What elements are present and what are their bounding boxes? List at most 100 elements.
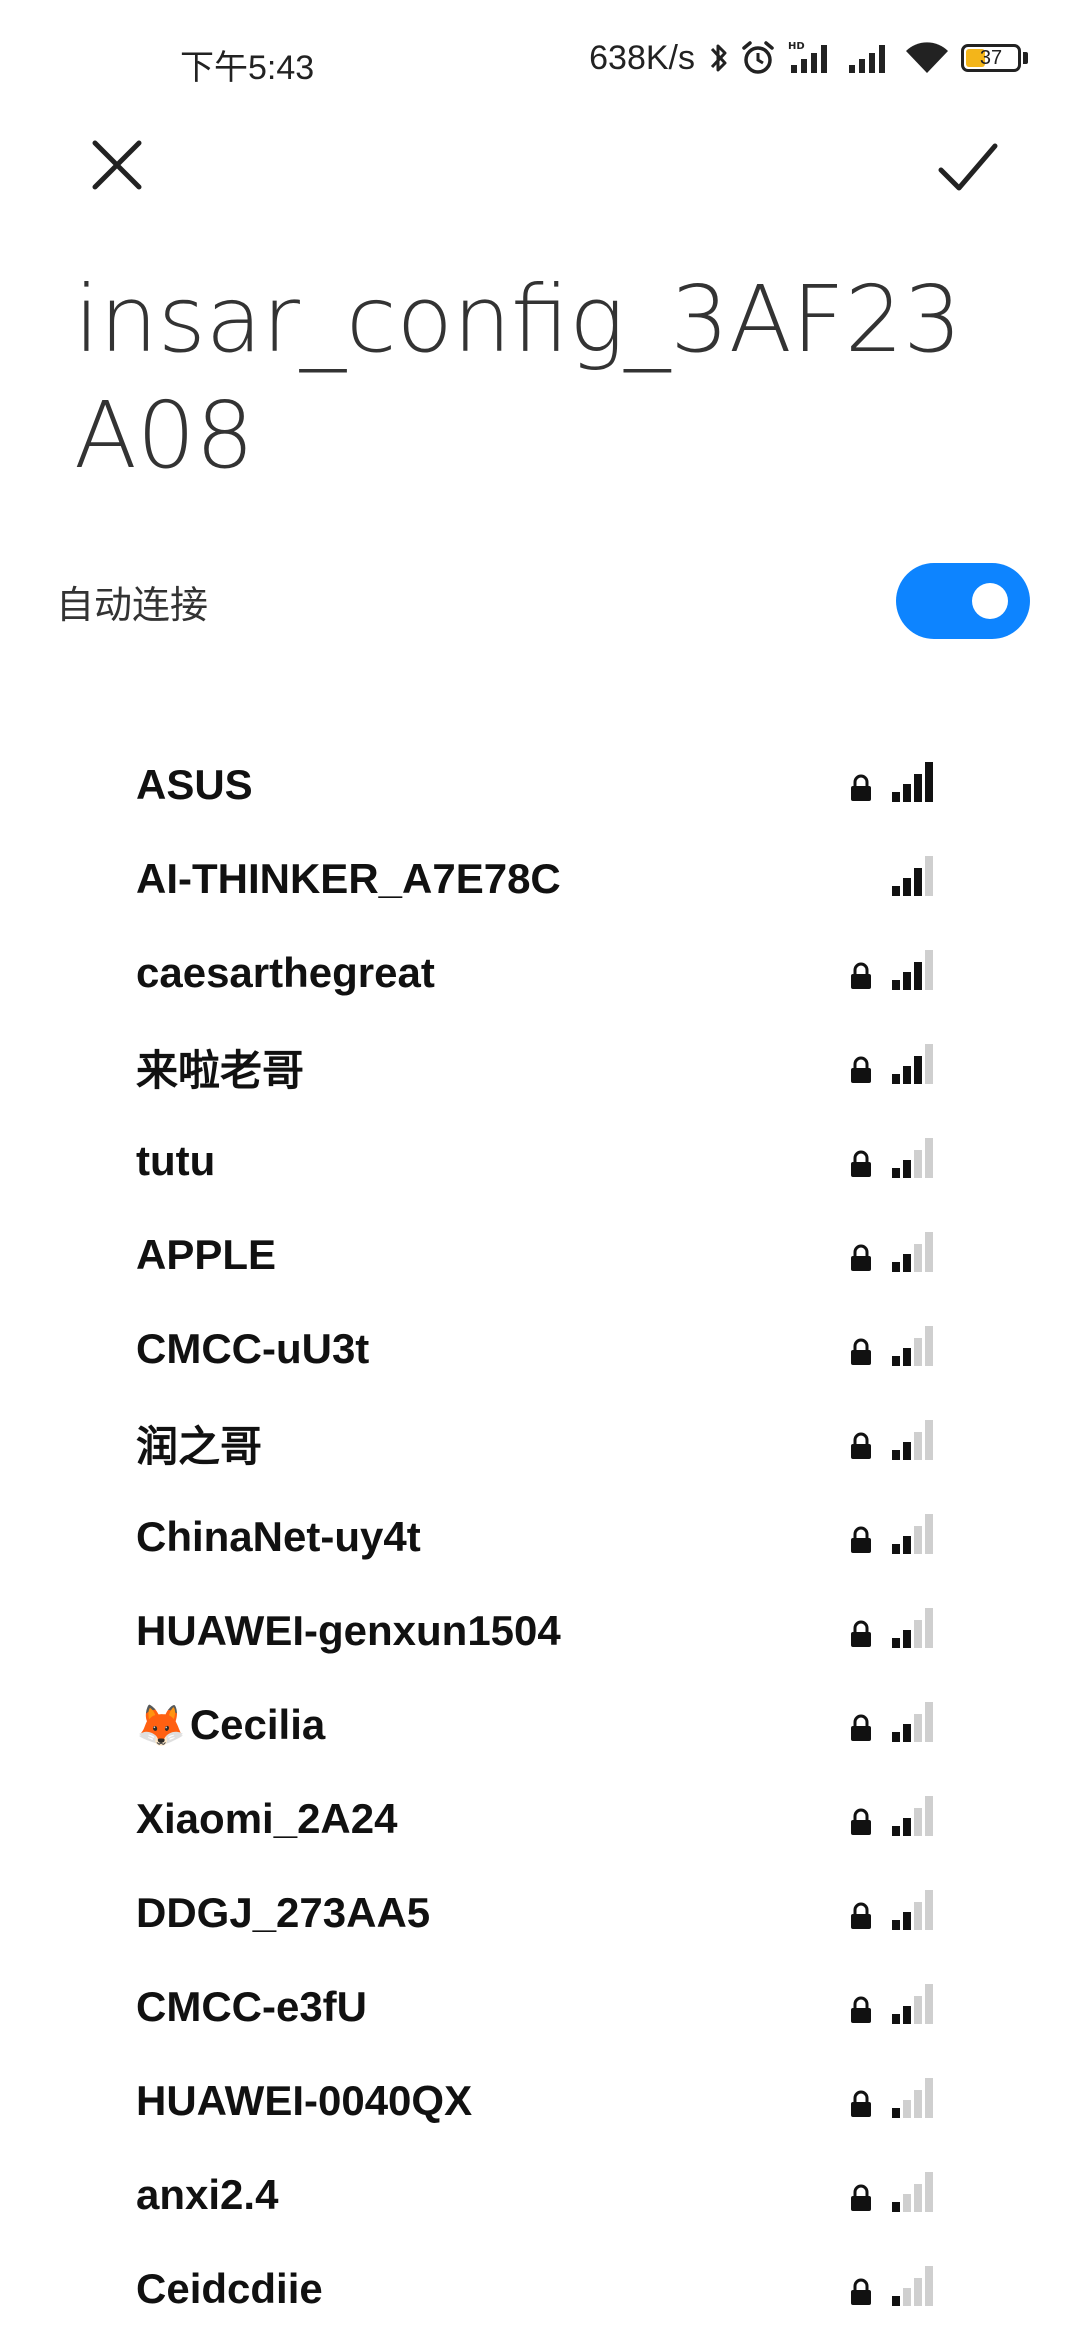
cellular-signal-icon	[847, 39, 893, 77]
signal-bar	[914, 1808, 922, 1836]
network-item[interactable]: CMCC-uU3t	[0, 1302, 1080, 1396]
network-item[interactable]: 来啦老哥	[0, 1020, 1080, 1114]
wifi-signal-icon	[892, 1984, 933, 2024]
signal-bar	[925, 1044, 933, 1084]
network-item[interactable]: anxi2.4	[0, 2148, 1080, 2242]
close-button[interactable]	[80, 130, 154, 204]
signal-bar	[925, 1514, 933, 1554]
network-item[interactable]: DDGJ_273AA5	[0, 1866, 1080, 1960]
wifi-signal-icon	[892, 1608, 933, 1648]
lock-icon	[851, 1808, 871, 1835]
network-speed: 638K/s	[589, 38, 695, 77]
signal-bar	[914, 868, 922, 896]
battery-icon: 37	[961, 44, 1028, 72]
signal-bar	[914, 2184, 922, 2212]
network-name: HUAWEI-genxun1504	[136, 1607, 561, 1655]
signal-bar	[903, 972, 911, 990]
confirm-button[interactable]	[928, 130, 1008, 210]
wifi-signal-icon	[892, 1326, 933, 1366]
lock-icon	[851, 1996, 871, 2023]
signal-bar	[903, 1724, 911, 1742]
signal-bar	[903, 784, 911, 802]
signal-bar	[903, 2006, 911, 2024]
network-item[interactable]: 🦊 Cecilia	[0, 1678, 1080, 1772]
wifi-icon	[903, 39, 951, 77]
wifi-signal-icon	[892, 2266, 933, 2306]
network-item[interactable]: HUAWEI-genxun1504	[0, 1584, 1080, 1678]
status-icons: 638K/s HD 37	[589, 36, 1028, 80]
network-name: tutu	[136, 1137, 215, 1185]
signal-bar	[903, 1536, 911, 1554]
lock-icon	[851, 1056, 871, 1083]
lock-icon	[851, 1338, 871, 1365]
signal-bar	[925, 1420, 933, 1460]
signal-bar	[914, 2278, 922, 2306]
network-item[interactable]: tutu	[0, 1114, 1080, 1208]
fox-emoji-icon: 🦊	[136, 1703, 186, 1748]
signal-bar	[914, 962, 922, 990]
network-name-text: CMCC-uU3t	[136, 1325, 370, 1372]
network-name-text: ChinaNet-uy4t	[136, 1513, 421, 1560]
signal-bar	[892, 2014, 900, 2024]
signal-bar	[914, 1620, 922, 1648]
lock-icon	[851, 1244, 871, 1271]
network-item[interactable]: Xiaomi_2A24	[0, 1772, 1080, 1866]
network-item[interactable]: HUAWEI-0040QX	[0, 2054, 1080, 2148]
signal-bar	[903, 1442, 911, 1460]
network-name-text: 润之哥	[136, 1422, 263, 1470]
network-name: ASUS	[136, 761, 253, 809]
signal-bar	[892, 1826, 900, 1836]
signal-bar	[914, 2090, 922, 2118]
network-name: HUAWEI-0040QX	[136, 2077, 472, 2125]
network-item[interactable]: caesarthegreat	[0, 926, 1080, 1020]
signal-bar	[892, 1356, 900, 1366]
signal-bar	[925, 856, 933, 896]
bluetooth-icon	[709, 39, 729, 77]
signal-bar	[925, 1232, 933, 1272]
network-item[interactable]: CMCC-e3fU	[0, 1960, 1080, 2054]
network-name: caesarthegreat	[136, 949, 435, 997]
auto-connect-row[interactable]: 自动连接	[56, 560, 1030, 642]
wifi-signal-icon	[892, 856, 933, 896]
signal-bar	[914, 1244, 922, 1272]
wifi-signal-icon	[892, 2078, 933, 2118]
signal-bar	[892, 1168, 900, 1178]
lock-icon	[851, 2278, 871, 2305]
wifi-signal-icon	[892, 2172, 933, 2212]
lock-icon	[851, 2090, 871, 2117]
network-name: Ceidcdiie	[136, 2265, 323, 2313]
network-item[interactable]: ChinaNet-uy4t	[0, 1490, 1080, 1584]
network-name-text: caesarthegreat	[136, 949, 435, 996]
network-item[interactable]: AI-THINKER_A7E78C	[0, 832, 1080, 926]
signal-bar	[903, 1254, 911, 1272]
signal-bar	[892, 1450, 900, 1460]
signal-bar	[925, 2078, 933, 2118]
network-name-text: APPLE	[136, 1231, 277, 1278]
wifi-signal-icon	[892, 1420, 933, 1460]
signal-bar	[892, 1732, 900, 1742]
check-icon	[937, 142, 999, 199]
signal-bar	[914, 1902, 922, 1930]
network-item[interactable]: ASUS	[0, 738, 1080, 832]
signal-bar	[903, 2194, 911, 2212]
network-item[interactable]: 润之哥	[0, 1396, 1080, 1490]
lock-icon	[851, 1526, 871, 1553]
signal-bar	[925, 1796, 933, 1836]
network-item[interactable]: APPLE	[0, 1208, 1080, 1302]
network-name-text: ASUS	[136, 761, 253, 808]
wifi-signal-icon	[892, 1044, 933, 1084]
signal-bar	[914, 774, 922, 802]
network-name-text: CMCC-e3fU	[136, 1983, 367, 2030]
signal-bar	[892, 2108, 900, 2118]
auto-connect-toggle[interactable]	[896, 563, 1030, 639]
signal-bar	[925, 2266, 933, 2306]
signal-bar	[903, 2100, 911, 2118]
signal-bar	[914, 1338, 922, 1366]
signal-bar	[903, 1630, 911, 1648]
signal-bar	[925, 950, 933, 990]
network-item[interactable]: Ceidcdiie	[0, 2242, 1080, 2336]
network-name-text: HUAWEI-genxun1504	[136, 1607, 561, 1654]
lock-icon	[851, 962, 871, 989]
network-name: APPLE	[136, 1231, 276, 1279]
lock-icon	[851, 1432, 871, 1459]
